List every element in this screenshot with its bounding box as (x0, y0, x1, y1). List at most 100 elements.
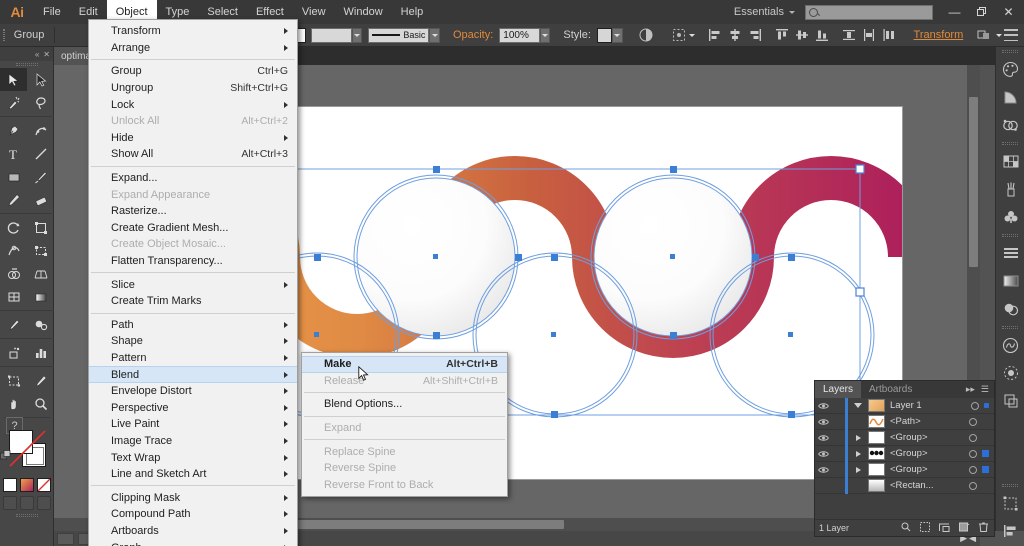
stroke-weight-field[interactable] (311, 27, 352, 43)
menu-item-group[interactable]: Group Ctrl+G (89, 63, 297, 80)
menu-item-pattern[interactable]: Pattern (89, 350, 297, 367)
select-similar-dropdown[interactable] (689, 28, 697, 43)
minimize-button[interactable]: — (941, 1, 968, 23)
symbols-icon[interactable] (996, 203, 1024, 231)
menu-item-path[interactable]: Path (89, 317, 297, 334)
menu-item-file[interactable]: File (34, 0, 70, 24)
layer-name[interactable]: Layer 1 (890, 400, 971, 411)
mesh-tool[interactable] (0, 285, 27, 308)
target-indicator[interactable] (969, 465, 977, 474)
menu-item-shape[interactable]: Shape (89, 333, 297, 350)
hand-tool[interactable] (0, 392, 27, 415)
artboard-navigation-icon[interactable] (57, 532, 74, 545)
collapse-icon[interactable]: « (35, 50, 39, 59)
opacity-field[interactable]: 100% (499, 27, 540, 43)
color-panel-icon[interactable] (996, 55, 1024, 83)
menu-item-image-trace[interactable]: Image Trace (89, 433, 297, 450)
line-segment-tool[interactable] (27, 142, 54, 165)
new-sublayer-icon[interactable] (939, 522, 950, 534)
menu-item-blend[interactable]: Blend (89, 366, 297, 383)
target-indicator[interactable] (969, 449, 977, 458)
dock-grip[interactable] (996, 47, 1024, 55)
pathfinder-icon[interactable] (996, 111, 1024, 139)
screen-mode-normal[interactable] (2, 496, 17, 510)
symbol-sprayer-tool[interactable] (0, 341, 27, 364)
transparency-panel-icon[interactable] (996, 295, 1024, 323)
cc-libraries-icon[interactable] (996, 331, 1024, 359)
layer-row-group-2[interactable]: <Group> (815, 445, 994, 462)
align-top-icon[interactable] (775, 28, 789, 43)
align-bottom-icon[interactable] (815, 28, 829, 43)
isolate-dropdown[interactable] (994, 28, 1004, 43)
swap-fill-stroke-icon[interactable] (0, 450, 12, 462)
menu-item-help[interactable]: Help (392, 0, 433, 24)
screen-mode-full-menu[interactable] (19, 496, 34, 510)
shape-builder-tool[interactable] (0, 262, 27, 285)
align-left-icon[interactable] (708, 28, 722, 43)
brushes-icon[interactable] (996, 175, 1024, 203)
layer-row-path[interactable]: <Path> (815, 413, 994, 430)
magic-wand-tool[interactable] (0, 91, 27, 114)
curvature-tool[interactable] (27, 119, 54, 142)
disclosure-triangle[interactable] (848, 434, 868, 441)
close-icon[interactable]: ✕ (43, 50, 50, 59)
menu-item-line-and-sketch-art[interactable]: Line and Sketch Art (89, 466, 297, 483)
menu-item-view[interactable]: View (293, 0, 335, 24)
align-panel-icon-2[interactable] (996, 517, 1024, 545)
menu-item-expand[interactable]: Expand... (89, 170, 297, 187)
selection-tool[interactable] (0, 68, 27, 91)
panel-menu-icon[interactable] (1004, 29, 1018, 41)
scrollbar-thumb[interactable] (969, 97, 978, 267)
artboards-panel-icon[interactable] (996, 489, 1024, 517)
opacity-dropdown[interactable] (539, 27, 551, 43)
target-indicator[interactable] (969, 433, 977, 442)
menu-item-envelope-distort[interactable]: Envelope Distort (89, 383, 297, 400)
isolate-icon[interactable] (977, 28, 991, 43)
perspective-grid-tool[interactable] (27, 262, 54, 285)
selection-indicator[interactable] (982, 466, 989, 473)
menu-item-clipping-mask[interactable]: Clipping Mask (89, 489, 297, 506)
make-clipping-mask-icon[interactable] (920, 522, 930, 534)
tools-panel-header[interactable]: « ✕ (0, 47, 53, 61)
menu-item-lock[interactable]: Lock (89, 96, 297, 113)
lasso-tool[interactable] (27, 91, 54, 114)
type-tool[interactable]: T (0, 142, 27, 165)
distribute-top-icon[interactable] (842, 28, 856, 43)
align-center-horizontal-icon[interactable] (728, 28, 742, 43)
color-swatch-white[interactable] (2, 478, 17, 492)
layer-name[interactable]: <Group> (890, 432, 969, 443)
layer-name[interactable]: <Rectan... (890, 480, 969, 491)
menu-item-arrange[interactable]: Arrange (89, 40, 297, 57)
menu-item-ungroup[interactable]: Ungroup Shift+Ctrl+G (89, 80, 297, 97)
pen-tool[interactable] (0, 119, 27, 142)
width-tool[interactable] (0, 239, 27, 262)
slice-tool[interactable] (27, 369, 54, 392)
tab-layers[interactable]: Layers (815, 381, 862, 398)
layer-row-layer1[interactable]: Layer 1 (815, 397, 994, 414)
menu-item-rasterize[interactable]: Rasterize... (89, 203, 297, 220)
layer-row-group-1[interactable]: <Group> (815, 429, 994, 446)
stroke-weight-dropdown[interactable] (351, 27, 363, 43)
scrollbar-thumb[interactable] (264, 520, 564, 529)
blend-tool[interactable] (27, 313, 54, 336)
tools-panel-bottom-grip[interactable] (0, 510, 53, 517)
eyedropper-tool[interactable] (0, 313, 27, 336)
menu-item-flatten-transparency[interactable]: Flatten Transparency... (89, 253, 297, 270)
screen-mode-full[interactable] (36, 496, 51, 510)
panel-menu-icon[interactable]: ☰ (981, 384, 989, 395)
close-button[interactable]: ✕ (995, 1, 1022, 23)
layer-name[interactable]: <Group> (890, 464, 969, 475)
menu-item-compound-path[interactable]: Compound Path (89, 506, 297, 523)
layer-name[interactable]: <Group> (890, 448, 969, 459)
restore-button[interactable] (968, 1, 995, 23)
menu-item-live-paint[interactable]: Live Paint (89, 416, 297, 433)
selection-indicator[interactable] (982, 450, 989, 457)
search-input[interactable] (805, 4, 933, 20)
align-right-icon[interactable] (748, 28, 762, 43)
none-swatch[interactable] (36, 478, 51, 492)
visibility-icon[interactable] (815, 418, 832, 426)
visibility-icon[interactable] (815, 434, 832, 442)
tools-panel-grip[interactable] (0, 61, 53, 68)
target-indicator[interactable] (969, 417, 977, 426)
new-layer-icon[interactable] (959, 522, 970, 534)
